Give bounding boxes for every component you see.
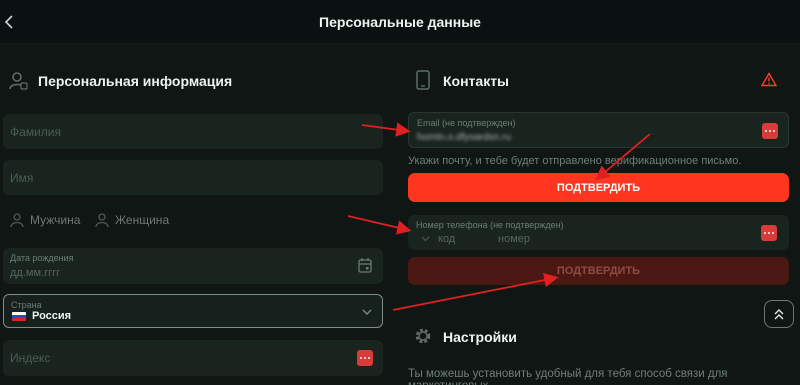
confirm-email-button[interactable]: ПОДТВЕРДИТЬ <box>408 173 789 202</box>
chevron-down-icon <box>362 309 372 315</box>
male-user-icon <box>10 213 24 227</box>
country-label: Страна <box>11 300 42 310</box>
index-field[interactable]: Индекс <box>3 340 383 376</box>
phone-code-placeholder[interactable]: код <box>438 233 455 245</box>
arrow-to-phone <box>347 215 412 235</box>
index-placeholder: Индекс <box>10 351 51 365</box>
scroll-top-button[interactable] <box>764 300 794 328</box>
country-value: Россия <box>32 310 72 322</box>
surname-field[interactable]: Фамилия <box>3 114 383 149</box>
birth-date-field[interactable]: Дата рождения дд.мм.гггг <box>3 248 383 284</box>
chevron-down-icon[interactable] <box>421 236 430 242</box>
surname-placeholder: Фамилия <box>10 125 61 139</box>
phone-number-placeholder[interactable]: номер <box>498 233 530 245</box>
personal-section-title: Персональная информация <box>38 73 233 89</box>
contacts-section-title: Контакты <box>443 73 510 89</box>
gender-male-option[interactable]: Мужчина <box>10 213 80 227</box>
birth-date-placeholder: дд.мм.гггг <box>10 267 61 279</box>
more-icon[interactable] <box>761 225 777 241</box>
more-icon[interactable] <box>762 123 778 139</box>
confirm-phone-button: ПОДТВЕРДИТЬ <box>408 257 789 285</box>
name-field[interactable]: Имя <box>3 160 383 195</box>
female-user-icon <box>95 213 109 227</box>
email-label: Email (не подтвержден) <box>417 118 516 128</box>
email-hint: Укажи почту, и тебе будет отправлено вер… <box>408 155 742 167</box>
email-value: homtn.o.dfysardsn.ru <box>417 132 511 143</box>
more-icon[interactable] <box>357 350 373 366</box>
russia-flag-icon <box>12 312 26 321</box>
double-chevron-up-icon <box>774 309 784 320</box>
user-icon <box>9 72 28 90</box>
gender-male-label: Мужчина <box>30 213 81 227</box>
gender-female-label: Женщина <box>115 213 170 227</box>
phone-label: Номер телефона (не подтвержден) <box>416 220 564 230</box>
warning-triangle-icon <box>761 72 777 87</box>
gender-female-option[interactable]: Женщина <box>95 213 169 227</box>
email-field[interactable]: Email (не подтвержден) homtn.o.dfysardsn… <box>408 112 789 148</box>
settings-hint: Ты можешь установить удобный для тебя сп… <box>408 368 728 385</box>
settings-section-title: Настройки <box>443 329 517 345</box>
country-select[interactable]: Страна Россия <box>3 294 383 328</box>
birth-date-label: Дата рождения <box>10 253 74 263</box>
name-placeholder: Имя <box>10 171 34 185</box>
top-bar: Персональные данные <box>0 0 800 44</box>
phone-field[interactable]: Номер телефона (не подтвержден) код номе… <box>408 215 789 250</box>
phone-icon <box>416 70 430 90</box>
page-title: Персональные данные <box>319 14 481 30</box>
calendar-icon[interactable] <box>358 258 372 273</box>
gear-icon <box>415 328 431 344</box>
